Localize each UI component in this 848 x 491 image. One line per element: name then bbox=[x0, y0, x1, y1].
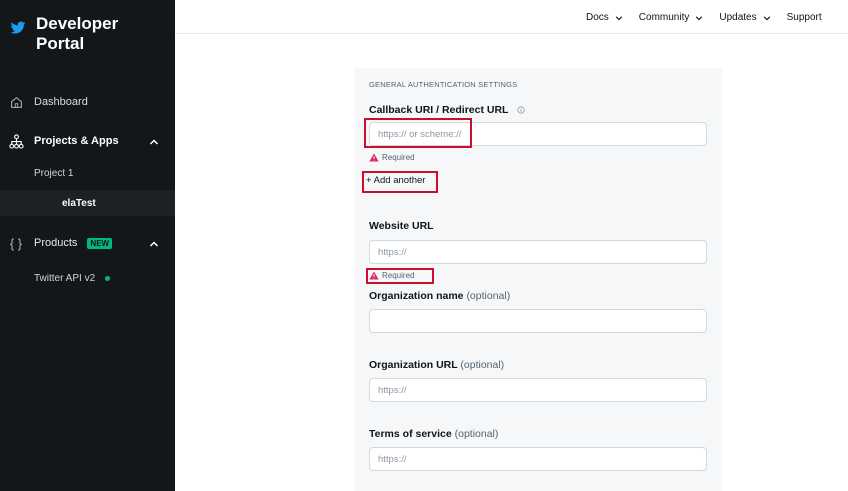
chevron-down-icon bbox=[615, 15, 622, 20]
chevron-down-icon bbox=[763, 15, 770, 20]
organization-name-input[interactable] bbox=[369, 309, 707, 333]
chevron-up-icon[interactable] bbox=[149, 137, 159, 147]
add-another-button[interactable]: + Add another bbox=[366, 175, 425, 186]
info-icon[interactable] bbox=[517, 106, 525, 114]
sidebar-item-products[interactable]: { } Products NEW bbox=[8, 235, 113, 251]
terms-of-service-input[interactable] bbox=[369, 447, 707, 471]
nav-updates[interactable]: Updates bbox=[719, 12, 770, 23]
warning-icon bbox=[369, 153, 379, 162]
sidebar: Developer Portal Dashboard Projects & Ap… bbox=[0, 0, 175, 491]
label-text: Terms of service bbox=[369, 428, 452, 440]
braces-icon: { } bbox=[9, 235, 23, 251]
top-navigation: Docs Community Updates Support bbox=[586, 12, 838, 23]
callback-url-input[interactable] bbox=[369, 122, 707, 146]
organization-url-label: Organization URL (optional) bbox=[369, 359, 504, 371]
label-text: Callback URI / Redirect URL bbox=[369, 104, 509, 116]
sidebar-item-label: Projects & Apps bbox=[34, 135, 119, 147]
callback-required-error: Required bbox=[369, 153, 414, 162]
sidebar-item-app[interactable]: elaTest bbox=[62, 198, 96, 209]
brand-title: Developer Portal bbox=[36, 14, 119, 53]
brand[interactable]: Developer Portal bbox=[10, 14, 136, 54]
callback-url-label: Callback URI / Redirect URL bbox=[369, 104, 525, 116]
sidebar-item-label: Dashboard bbox=[34, 96, 88, 108]
nav-docs[interactable]: Docs bbox=[586, 12, 623, 23]
label-text: Organization URL bbox=[369, 359, 458, 371]
sidebar-item-label: Twitter API v2 bbox=[34, 273, 96, 284]
nav-label: Community bbox=[638, 12, 690, 23]
projects-tree-icon bbox=[8, 133, 24, 149]
sidebar-item-project-1[interactable]: Project 1 bbox=[34, 168, 73, 179]
error-text: Required bbox=[382, 271, 415, 280]
sidebar-item-label: Products bbox=[34, 237, 78, 249]
terms-of-service-label: Terms of service (optional) bbox=[369, 428, 498, 440]
label-text: Website URL bbox=[369, 220, 434, 232]
warning-icon bbox=[369, 271, 379, 280]
status-dot-icon bbox=[105, 276, 111, 281]
sidebar-item-dashboard[interactable]: Dashboard bbox=[8, 94, 88, 110]
nav-label: Updates bbox=[719, 12, 757, 23]
error-text: Required bbox=[382, 153, 415, 162]
new-badge: NEW bbox=[87, 237, 113, 249]
section-title: GENERAL AUTHENTICATION SETTINGS bbox=[369, 80, 518, 89]
nav-community[interactable]: Community bbox=[639, 12, 704, 23]
website-required-error: Required bbox=[369, 271, 414, 280]
nav-support[interactable]: Support bbox=[787, 12, 822, 23]
website-url-input[interactable] bbox=[369, 240, 707, 264]
nav-label: Docs bbox=[586, 12, 609, 23]
chevron-up-icon[interactable] bbox=[149, 239, 159, 249]
sidebar-item-twitter-api-v2[interactable]: Twitter API v2 bbox=[34, 273, 111, 284]
twitter-bird-icon bbox=[10, 21, 26, 34]
header-divider bbox=[175, 33, 848, 34]
home-icon bbox=[8, 94, 24, 110]
label-text: Organization name bbox=[369, 290, 464, 302]
organization-name-label: Organization name (optional) bbox=[369, 290, 510, 302]
organization-url-input[interactable] bbox=[369, 378, 707, 402]
website-url-label: Website URL bbox=[369, 220, 434, 232]
chevron-down-icon bbox=[696, 15, 703, 20]
optional-text: (optional) bbox=[460, 359, 505, 371]
optional-text: (optional) bbox=[454, 428, 499, 440]
optional-text: (optional) bbox=[466, 290, 511, 302]
nav-label: Support bbox=[786, 12, 822, 23]
sidebar-item-projects-apps[interactable]: Projects & Apps bbox=[8, 133, 119, 149]
